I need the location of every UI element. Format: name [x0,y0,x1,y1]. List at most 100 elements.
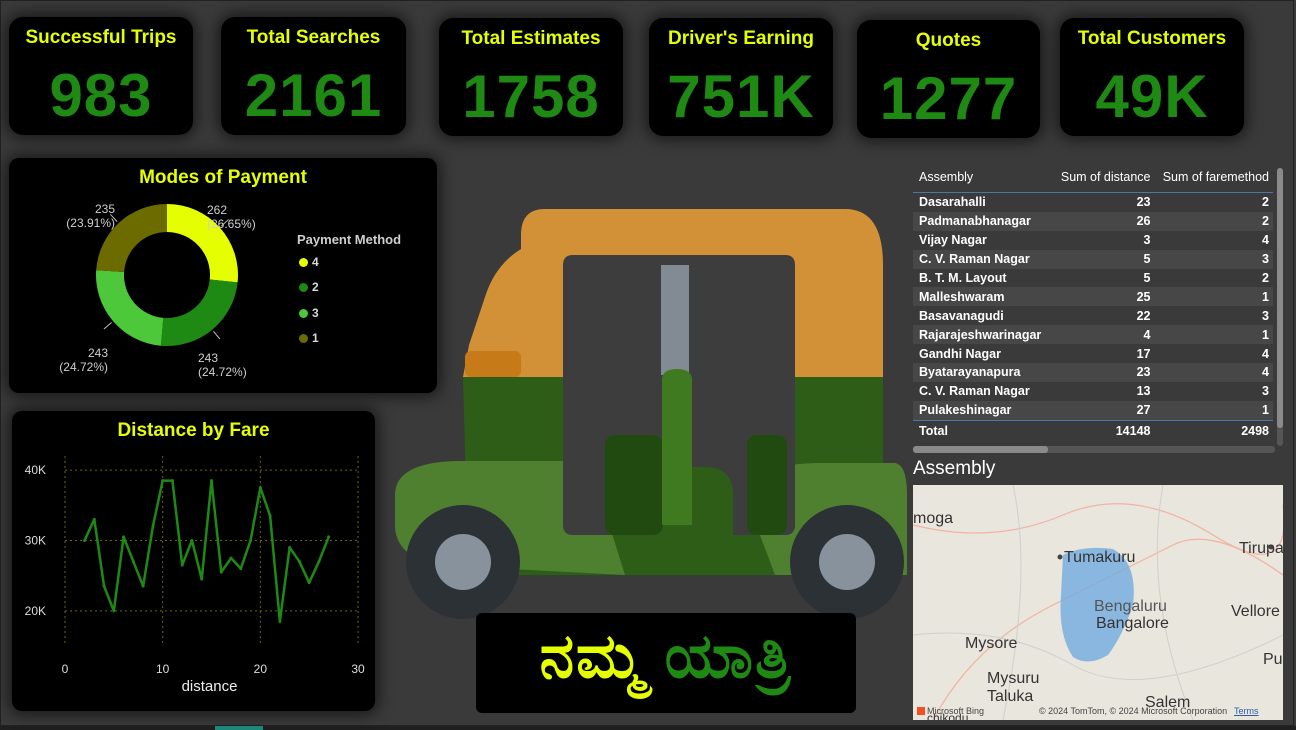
kpi-card-quotes[interactable]: Quotes 1277 [857,20,1040,138]
donut-slice-3[interactable] [95,270,164,346]
column-header-sum-distance[interactable]: Sum of distance [1053,162,1155,193]
map-label: Taluka [987,688,1034,705]
table-row[interactable]: Rajarajeshwarinagar 4 1 [913,325,1273,345]
map-label: Tumakuru [1064,549,1136,566]
data-point[interactable] [278,619,282,623]
data-point[interactable] [102,584,106,588]
data-point[interactable] [200,577,204,581]
cell-distance: 5 [1053,249,1155,269]
column-header-sum-faremethod[interactable]: Sum of faremethod [1154,162,1273,193]
table-row[interactable]: Pulakeshinagar 27 1 [913,400,1273,421]
map-label: Bengaluru [1094,598,1167,615]
kpi-card-total-searches[interactable]: Total Searches 2161 [221,17,406,135]
table-vertical-scrollbar[interactable] [1277,168,1283,446]
kpi-card-total-customers[interactable]: Total Customers 49K [1060,18,1244,136]
map-copyright: © 2024 TomTom, © 2024 Microsoft Corporat… [1039,706,1228,716]
donut-slice-2[interactable] [160,279,238,346]
kpi-value: 2161 [244,62,383,129]
data-point[interactable] [151,524,155,528]
map-label: Vellore [1231,603,1280,620]
cell-faremethod: 2 [1262,271,1269,285]
kpi-card-successful-trips[interactable]: Successful Trips 983 [9,17,193,135]
data-point[interactable] [170,479,174,483]
map-label: moga [913,510,954,527]
cell-distance: 25 [1053,287,1155,307]
cell-assembly: Malleshwaram [913,287,1053,307]
legend-item-2[interactable]: 2 [299,280,319,294]
legend-item-3[interactable]: 3 [299,306,319,320]
data-point[interactable] [258,486,262,490]
assembly-table[interactable]: Assembly Sum of distance Sum of faremeth… [913,162,1283,454]
data-point[interactable] [219,570,223,574]
table-row[interactable]: Basavanagudi 22 3 [913,306,1273,325]
kpi-card-drivers-earning[interactable]: Driver's Earning 751K [649,18,833,136]
data-point[interactable] [288,545,292,549]
data-point[interactable] [190,538,194,542]
legend-dot [299,334,308,343]
cell-distance: 23 [1136,195,1151,210]
data-point[interactable] [92,517,96,521]
data-point[interactable] [131,560,135,564]
data-point[interactable] [112,609,116,613]
x-tick-label: 20 [254,662,268,676]
scroll-thumb[interactable] [1277,168,1283,428]
legend-item-1[interactable]: 1 [299,331,319,345]
fare-series-line[interactable] [83,479,330,623]
data-point[interactable] [180,563,184,567]
column-header-assembly[interactable]: Assembly [913,162,1053,193]
kpi-card-total-estimates[interactable]: Total Estimates 1758 [439,18,623,136]
data-point[interactable] [307,581,311,585]
data-point[interactable] [327,535,331,539]
table-row[interactable]: C. V. Raman Nagar 13 3 [913,382,1273,401]
cell-assembly: Pulakeshinagar [913,400,1053,421]
scroll-thumb[interactable] [913,446,1048,453]
cell-assembly: B. T. M. Layout [919,271,1007,285]
table-row[interactable]: Vijay Nagar 3 4 [913,231,1273,250]
distance-fare-card[interactable]: Distance by Fare 20K 30K 40K 0 10 20 30 distanc… [12,411,375,711]
x-tick-label: 30 [351,662,365,676]
table-horizontal-scrollbar[interactable] [913,446,1275,453]
cell-distance: 3 [1143,233,1151,248]
kpi-title: Successful Trips [25,27,177,48]
kpi-value: 1758 [462,63,600,130]
data-point[interactable] [141,584,145,588]
map-label: Bangalore [1096,615,1169,632]
map-label: Pu [1263,651,1283,668]
table-row[interactable]: Padmanabhanagar 26 2 [913,211,1273,231]
data-point[interactable] [83,538,87,542]
data-point[interactable] [229,556,233,560]
distance-fare-line-chart[interactable]: 20K 30K 40K 0 10 20 30 distance [12,411,375,711]
legend-item-4[interactable]: 4 [299,255,319,269]
legend-dot [299,283,308,292]
cell-assembly: Rajarajeshwarinagar [913,325,1053,345]
active-page-tab[interactable] [215,726,263,730]
data-point[interactable] [239,567,243,571]
x-tick-label: 10 [156,662,170,676]
table-row[interactable]: B. T. M. Layout 5 2 [913,269,1273,288]
table-row[interactable]: Dasarahalli 23 2 [913,193,1273,212]
data-point[interactable] [297,560,301,564]
data-point[interactable] [268,514,272,518]
payment-donut-card[interactable]: Modes of Payment 262 (26.65%) 243 (24.72%)… [9,158,437,393]
cell-distance: 4 [1053,325,1155,345]
cell-assembly: Vijay Nagar [919,233,987,248]
data-point[interactable] [122,535,126,539]
map-label: Tirupa [1239,540,1283,557]
cell-faremethod: 3 [1262,308,1269,323]
data-point[interactable] [161,479,165,483]
kpi-value: 983 [49,62,153,129]
data-point[interactable] [249,538,253,542]
data-point[interactable] [317,560,321,564]
cell-distance: 13 [1136,384,1151,399]
slice-label-1: 235 (23.91%) [66,202,115,230]
cell-faremethod: 1 [1154,400,1273,421]
map-terms-link[interactable]: Terms [1234,706,1259,716]
table-row[interactable]: C. V. Raman Nagar 5 3 [913,249,1273,269]
brand-logo-text: ನಮ್ಮ ಯಾತ್ರಿ [476,621,856,693]
data-point[interactable] [210,479,213,483]
assembly-map[interactable]: moga Tumakuru Tirupa Bengaluru Bangalore… [913,485,1283,720]
table-row[interactable]: Malleshwaram 25 1 [913,287,1273,307]
table-row[interactable]: Byatarayanapura 23 4 [913,363,1273,382]
table-row[interactable]: Gandhi Nagar 17 4 [913,344,1273,363]
cell-faremethod: 2 [1262,195,1269,210]
